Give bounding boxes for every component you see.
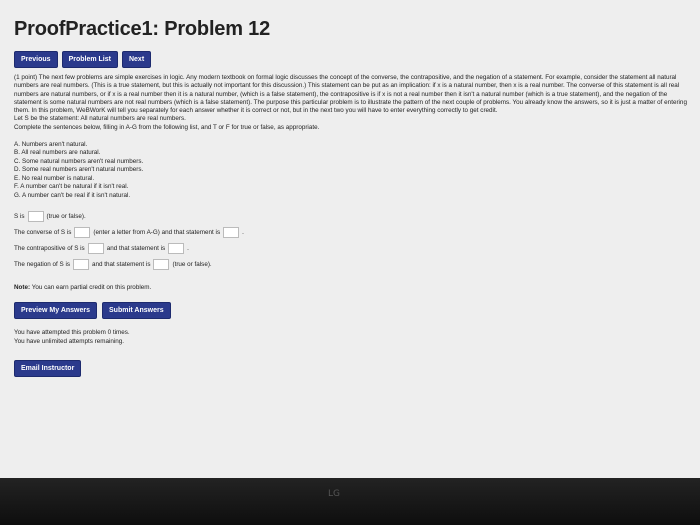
q1-suffix: (true or false). xyxy=(46,212,86,220)
question-contrapositive: The contrapositive of S is and that stat… xyxy=(14,241,690,257)
note-text: You can earn partial credit on this prob… xyxy=(31,283,152,291)
browser-screen: ProofPractice1: Problem 12 Previous Prob… xyxy=(0,0,700,478)
question-negation: The negation of S is and that statement … xyxy=(14,257,690,273)
monitor-bezel xyxy=(0,478,700,525)
next-button[interactable]: Next xyxy=(121,51,152,68)
option-g: G. A number can't be real if it isn't na… xyxy=(14,191,131,199)
period: . xyxy=(242,228,244,236)
problem-nav: Previous Problem List Next xyxy=(14,51,152,68)
q4-middle: and that statement is xyxy=(92,260,151,268)
converse-letter-input[interactable] xyxy=(74,227,91,239)
page-title: ProofPractice1: Problem 12 xyxy=(14,18,271,40)
attempts-count: You have attempted this problem 0 times. xyxy=(14,329,130,337)
s-truth-input[interactable] xyxy=(27,211,44,223)
q3-label: The contrapositive of S is xyxy=(14,244,85,252)
instructions: Complete the sentences below, filling in… xyxy=(14,123,320,131)
q3-middle: and that statement is xyxy=(106,244,166,252)
period: . xyxy=(187,244,189,252)
question-s-truth: S is (true or false). xyxy=(14,209,690,225)
answer-actions: Preview My Answers Submit Answers xyxy=(14,302,690,320)
monitor-brand-logo: LG xyxy=(328,489,340,499)
option-e: E. No real number is natural. xyxy=(14,174,95,182)
email-instructor-button[interactable]: Email Instructor xyxy=(14,359,82,377)
option-a: A. Numbers aren't natural. xyxy=(14,141,88,149)
contrapositive-letter-input[interactable] xyxy=(87,243,104,255)
option-b: B. All real numbers are natural. xyxy=(14,149,101,157)
negation-truth-input[interactable] xyxy=(153,259,170,271)
preview-answers-button[interactable]: Preview My Answers xyxy=(14,302,97,320)
previous-button[interactable]: Previous xyxy=(14,51,58,68)
email-row: Email Instructor xyxy=(14,359,690,377)
partial-credit-note: Note: You can earn partial credit on thi… xyxy=(14,284,690,292)
problem-list-button[interactable]: Problem List xyxy=(61,51,118,68)
option-d: D. Some real numbers aren't natural numb… xyxy=(14,166,144,174)
q2-label: The converse of S is xyxy=(14,228,72,236)
option-f: F. A number can't be natural if it isn't… xyxy=(14,183,129,191)
q4-label: The negation of S is xyxy=(14,260,71,268)
negation-letter-input[interactable] xyxy=(73,259,90,271)
attempts-remaining: You have unlimited attempts remaining. xyxy=(14,337,125,345)
statement-s: Let S be the statement: All natural numb… xyxy=(14,115,186,123)
option-list: A. Numbers aren't natural. B. All real n… xyxy=(14,141,690,200)
option-c: C. Some natural numbers aren't real numb… xyxy=(14,157,144,165)
question-converse: The converse of S is (enter a letter fro… xyxy=(14,225,690,241)
note-label: Note: xyxy=(14,283,31,291)
q1-label: S is xyxy=(14,212,25,220)
q4-suffix: (true or false). xyxy=(172,260,212,268)
problem-intro: (1 point) The next few problems are simp… xyxy=(14,74,687,115)
converse-truth-input[interactable] xyxy=(223,227,240,239)
problem-body: (1 point) The next few problems are simp… xyxy=(14,74,690,377)
contrapositive-truth-input[interactable] xyxy=(168,243,185,255)
submit-answers-button[interactable]: Submit Answers xyxy=(102,302,171,320)
q2-middle: (enter a letter from A-G) and that state… xyxy=(93,228,221,236)
